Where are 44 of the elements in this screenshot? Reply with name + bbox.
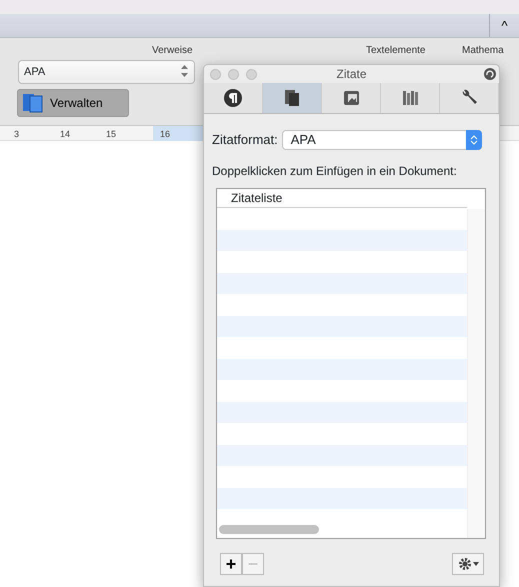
- list-row[interactable]: [217, 272, 467, 294]
- gear-icon: [458, 557, 472, 571]
- ruler-number: 16: [160, 128, 170, 141]
- window-control[interactable]: [210, 69, 221, 80]
- column-header[interactable]: Zitateliste: [217, 189, 467, 208]
- round-arrow-icon[interactable]: [484, 68, 496, 80]
- settings-button[interactable]: [452, 553, 484, 575]
- panel-tab[interactable]: [440, 83, 499, 113]
- caret-icon: [472, 562, 478, 566]
- window-title: Zitate: [336, 67, 366, 81]
- paragraph-icon: [223, 88, 243, 108]
- group-title: Verweise: [152, 44, 193, 58]
- updown-icon: [181, 64, 188, 78]
- list-row[interactable]: [217, 488, 467, 509]
- list-row[interactable]: [217, 444, 467, 466]
- books-icon: [400, 88, 420, 108]
- panel-tab[interactable]: [322, 83, 381, 113]
- manage-button[interactable]: Verwalten: [17, 89, 129, 117]
- ruler-number: 14: [60, 128, 70, 141]
- books-icon: [22, 93, 44, 113]
- scrollbar-thumb[interactable]: [219, 525, 319, 534]
- panel-tab[interactable]: [263, 83, 322, 113]
- list-row[interactable]: [217, 402, 467, 423]
- style-select[interactable]: APA: [18, 60, 195, 84]
- scrollbar-track[interactable]: [467, 209, 485, 538]
- ruler-number: 15: [106, 128, 116, 141]
- notebook-icon: [341, 88, 361, 108]
- group-title: Textelemente: [366, 44, 426, 58]
- add-button[interactable]: +: [220, 553, 242, 575]
- list-row[interactable]: [217, 230, 467, 251]
- citation-list[interactable]: Zitateliste: [216, 188, 486, 539]
- documents-icon: [282, 88, 302, 108]
- window-control[interactable]: [228, 69, 239, 80]
- list-row[interactable]: [217, 316, 467, 337]
- collapse-button[interactable]: ^: [489, 14, 519, 37]
- format-select[interactable]: APA: [282, 130, 482, 150]
- panel-tab[interactable]: [204, 83, 263, 113]
- list-row[interactable]: [217, 358, 467, 380]
- field-label: Zitatformat:: [212, 131, 278, 150]
- instruction-text: Doppelklicken zum Einfügen in ein Dokument:: [212, 163, 458, 180]
- window-control[interactable]: [246, 69, 257, 80]
- updown-icon: [470, 134, 478, 146]
- group-title: Mathema: [462, 44, 504, 58]
- ruler-number: 3: [14, 128, 20, 141]
